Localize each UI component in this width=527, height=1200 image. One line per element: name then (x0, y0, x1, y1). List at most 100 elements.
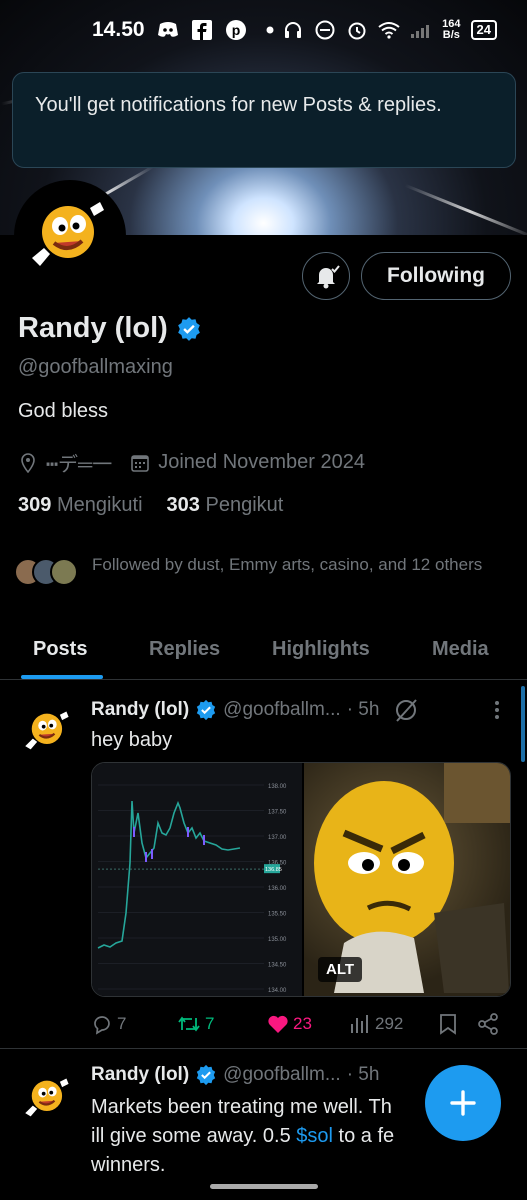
tab-posts[interactable]: Posts (33, 638, 87, 661)
tab-media[interactable]: Media (432, 638, 489, 661)
verified-badge-icon (197, 699, 216, 721)
chart-candle (203, 835, 205, 845)
post-author-handle[interactable]: @goofballm... (223, 699, 341, 721)
post-author-handle[interactable]: @goofballm... (223, 1064, 341, 1086)
profile-name-row: Randy (lol) (18, 312, 202, 345)
signal-icon (410, 19, 432, 41)
chart-candle (145, 852, 147, 862)
compose-post-button[interactable] (425, 1065, 501, 1141)
bell-check-icon (317, 265, 340, 289)
post-divider (0, 1048, 527, 1049)
post-text-line-2-end: to a fe (332, 1125, 395, 1147)
post-header: Randy (lol) @goofballm... · 5h (91, 697, 419, 723)
followed-by-row[interactable]: Followed by dust, Emmy arts, casino, and… (14, 552, 514, 586)
post-header: Randy (lol) @goofballm... · 5h (91, 1064, 379, 1086)
scroll-indicator[interactable] (521, 686, 525, 762)
share-icon (478, 1013, 498, 1035)
profile-handle: @goofballmaxing (18, 356, 173, 378)
post-time[interactable]: · 5h (347, 1064, 380, 1086)
views-chart-icon (351, 1015, 368, 1033)
chart-candle (151, 849, 153, 859)
followers-count: 303 (166, 494, 200, 516)
chart-screenshot[interactable]: 138.00 137.50 137.00 136.50 136.00 135.50 135.… (92, 763, 302, 996)
post-avatar[interactable] (22, 705, 74, 757)
following-count: 309 (18, 494, 52, 516)
chart-tick-label: 137.00 (268, 835, 287, 841)
calendar-icon (131, 454, 150, 472)
verified-badge-icon[interactable] (176, 316, 202, 342)
alt-text-badge[interactable]: ALT (318, 957, 363, 982)
followers-label: Pengikut (205, 494, 284, 516)
verified-badge-icon (197, 1064, 216, 1086)
chart-tick-label: 136.00 (268, 886, 287, 892)
facebook-icon (191, 19, 213, 41)
like-button[interactable]: 23 (267, 1014, 312, 1034)
post-actions: 7 7 23 292 (91, 1010, 511, 1038)
profile-name: Randy (lol) (18, 312, 168, 344)
profile-bio: God bless (18, 400, 109, 422)
following-button[interactable]: Following (361, 252, 511, 300)
repost-count: 7 (205, 1014, 215, 1033)
follower-avatar (50, 558, 78, 586)
goofball-avatar-icon (32, 202, 104, 266)
profile-location: ┅デ═一 (46, 454, 113, 476)
views-button[interactable]: 292 (349, 1014, 403, 1034)
chart-tick-label: 137.50 (268, 810, 287, 816)
svg-text:p: p (231, 22, 240, 38)
post-author-name[interactable]: Randy (lol) (91, 699, 189, 721)
post-author-name[interactable]: Randy (lol) (91, 1064, 189, 1086)
profile-tabs: Posts Replies Highlights Media (0, 622, 527, 680)
discord-icon (157, 19, 179, 41)
tab-replies[interactable]: Replies (149, 638, 220, 661)
post-time[interactable]: · 5h (347, 699, 380, 721)
post-text-line-2: ill give some away. 0.5 (91, 1125, 297, 1147)
heart-filled-icon (268, 1015, 288, 1033)
post-more-options[interactable] (494, 700, 500, 725)
followers-stat[interactable]: 303 Pengikut (167, 494, 284, 517)
chart-tick-label: 134.00 (268, 988, 287, 994)
followed-by-avatars (14, 552, 82, 586)
meme-image[interactable]: ALT (302, 763, 510, 996)
do-not-disturb-icon (314, 19, 336, 41)
goofball-avatar-icon (25, 711, 69, 750)
headphones-icon (282, 19, 304, 41)
status-time: 14.50 (92, 18, 145, 41)
status-bar: 14.50 p 164 B/s 24 (0, 0, 527, 60)
post-avatar[interactable] (22, 1072, 74, 1124)
plus-icon (450, 1090, 476, 1116)
following-stat[interactable]: 309 Mengikuti (18, 494, 143, 517)
location-pin-icon (21, 452, 35, 473)
reply-button[interactable]: 7 (91, 1013, 126, 1035)
post-media[interactable]: 138.00 137.50 137.00 136.50 136.00 135.50 135.… (91, 762, 511, 997)
profile-stats: 309 Mengikuti 303 Pengikut (18, 494, 283, 517)
views-count: 292 (375, 1014, 404, 1033)
chart-candle (133, 827, 135, 837)
post-text: hey baby (91, 729, 173, 751)
tab-highlights[interactable]: Highlights (272, 638, 370, 661)
pinterest-icon: p (225, 19, 247, 41)
wifi-icon (378, 19, 400, 41)
battery-indicator: 24 (470, 20, 497, 40)
bookmark-button[interactable] (439, 1013, 457, 1035)
post-text-line-1: Markets been treating me well. Th (91, 1096, 392, 1118)
profile-meta: ┅デ═一 Joined November 2024 (18, 448, 365, 477)
profile-joined-date: Joined November 2024 (158, 451, 366, 473)
chart-price-tag-label: 136.85 (265, 867, 282, 873)
profile-avatar[interactable] (14, 180, 126, 292)
notification-bell-button[interactable] (302, 252, 350, 300)
share-button[interactable] (477, 1013, 499, 1035)
notification-toast: You'll get notifications for new Posts &… (12, 72, 516, 168)
chart-price-line-series (97, 800, 241, 949)
network-speed-unit: B/s (442, 29, 460, 41)
bookmark-icon (440, 1014, 456, 1035)
repost-button[interactable]: 7 (177, 1013, 214, 1035)
reply-icon (94, 1016, 110, 1035)
alarm-icon (346, 19, 368, 41)
chart-candle (187, 827, 189, 837)
cashtag-link[interactable]: $sol (296, 1125, 333, 1147)
active-tab-indicator (21, 675, 103, 679)
network-speed: 164 B/s (442, 19, 460, 41)
grok-icon[interactable] (393, 697, 419, 723)
gesture-nav-bar[interactable] (210, 1184, 318, 1189)
reply-count: 7 (117, 1014, 127, 1033)
